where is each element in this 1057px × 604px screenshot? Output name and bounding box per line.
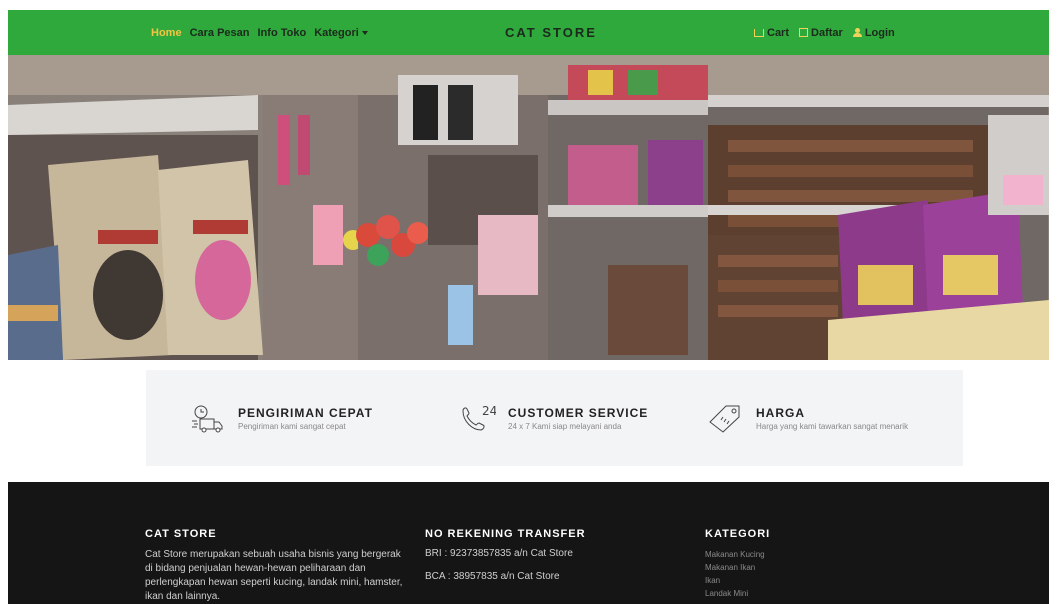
footer-kategori-item[interactable]: Ikan [705,574,770,587]
feature-shipping-text: PENGIRIMAN CEPAT Pengiriman kami sangat … [238,406,373,431]
feature-shipping: PENGIRIMAN CEPAT Pengiriman kami sangat … [190,370,373,466]
nav-home-link[interactable]: Home [151,27,182,39]
cart-icon [754,28,764,37]
nav-cara-pesan-link[interactable]: Cara Pesan [190,27,250,39]
feature-customer-service-desc: 24 x 7 Kami siap melayani anda [508,421,622,431]
feature-price-text: HARGA Harga yang kami tawarkan sangat me… [756,406,908,431]
top-navbar: Home Cara Pesan Info Toko Kategori CAT S… [8,10,1049,55]
nav-info-toko-link[interactable]: Info Toko [258,27,307,39]
cart-label: Cart [767,26,790,39]
footer-bank-bri: BRI : 92373857835 a/n Cat Store [425,548,573,559]
footer-kategori-list: Makanan Kucing Makanan Ikan Ikan Landak … [705,548,770,600]
footer-about: CAT STORE Cat Store merupakan sebuah usa… [145,528,405,604]
daftar-link[interactable]: Daftar [799,27,843,39]
feature-price-desc: Harga yang kami tawarkan sangat menarik [756,421,909,431]
login-link[interactable]: Login [852,26,895,39]
feature-shipping-title: PENGIRIMAN CEPAT [238,405,373,420]
footer-about-text: Cat Store merupakan sebuah usaha bisnis … [145,549,403,602]
nav-account-links: Cart Daftar Login [754,10,895,55]
feature-customer-service-title: CUSTOMER SERVICE [508,405,649,420]
footer-bank-title: NO REKENING TRANSFER [425,528,586,540]
footer-bank: NO REKENING TRANSFER BRI : 92373857835 a… [425,528,586,594]
site-footer: CAT STORE Cat Store merupakan sebuah usa… [8,482,1049,604]
feature-customer-service: 24 CUSTOMER SERVICE 24 x 7 Kami siap mel… [460,370,648,466]
footer-about-title: CAT STORE [145,528,217,540]
footer-kategori-item[interactable]: Makanan Kucing [705,548,770,561]
footer-kategori-item[interactable]: Landak Mini [705,587,770,600]
daftar-label: Daftar [811,26,843,39]
feature-customer-service-text: CUSTOMER SERVICE 24 x 7 Kami siap melaya… [508,406,648,431]
edit-icon [799,28,809,37]
nav-kategori-label: Kategori [314,26,359,39]
feature-price: HARGA Harga yang kami tawarkan sangat me… [708,370,908,466]
delivery-truck-icon [192,405,223,433]
price-tag-icon [709,405,740,433]
hero-banner-image [8,55,1049,360]
user-icon [852,28,862,37]
nav-links: Home Cara Pesan Info Toko Kategori [151,10,368,55]
footer-bank-bca: BCA : 38957835 a/n Cat Store [425,571,560,582]
feature-shipping-desc: Pengiriman kami sangat cepat [238,421,346,431]
footer-kategori-title: KATEGORI [705,528,771,540]
brand-title[interactable]: CAT STORE [505,10,597,55]
login-label: Login [864,26,895,39]
caret-down-icon [361,30,368,35]
nav-kategori-dropdown[interactable]: Kategori [314,27,368,39]
pet-store-shelves-illustration [8,55,1049,360]
phone-24-icon: 24 [462,404,496,431]
cart-link[interactable]: Cart [754,27,789,39]
feature-price-title: HARGA [756,405,805,420]
footer-kategori-item[interactable]: Makanan Ikan [705,561,770,574]
footer-kategori: KATEGORI Makanan Kucing Makanan Ikan Ika… [705,528,770,600]
features-section: PENGIRIMAN CEPAT Pengiriman kami sangat … [146,370,963,466]
phone-24-label: 24 [482,404,496,418]
